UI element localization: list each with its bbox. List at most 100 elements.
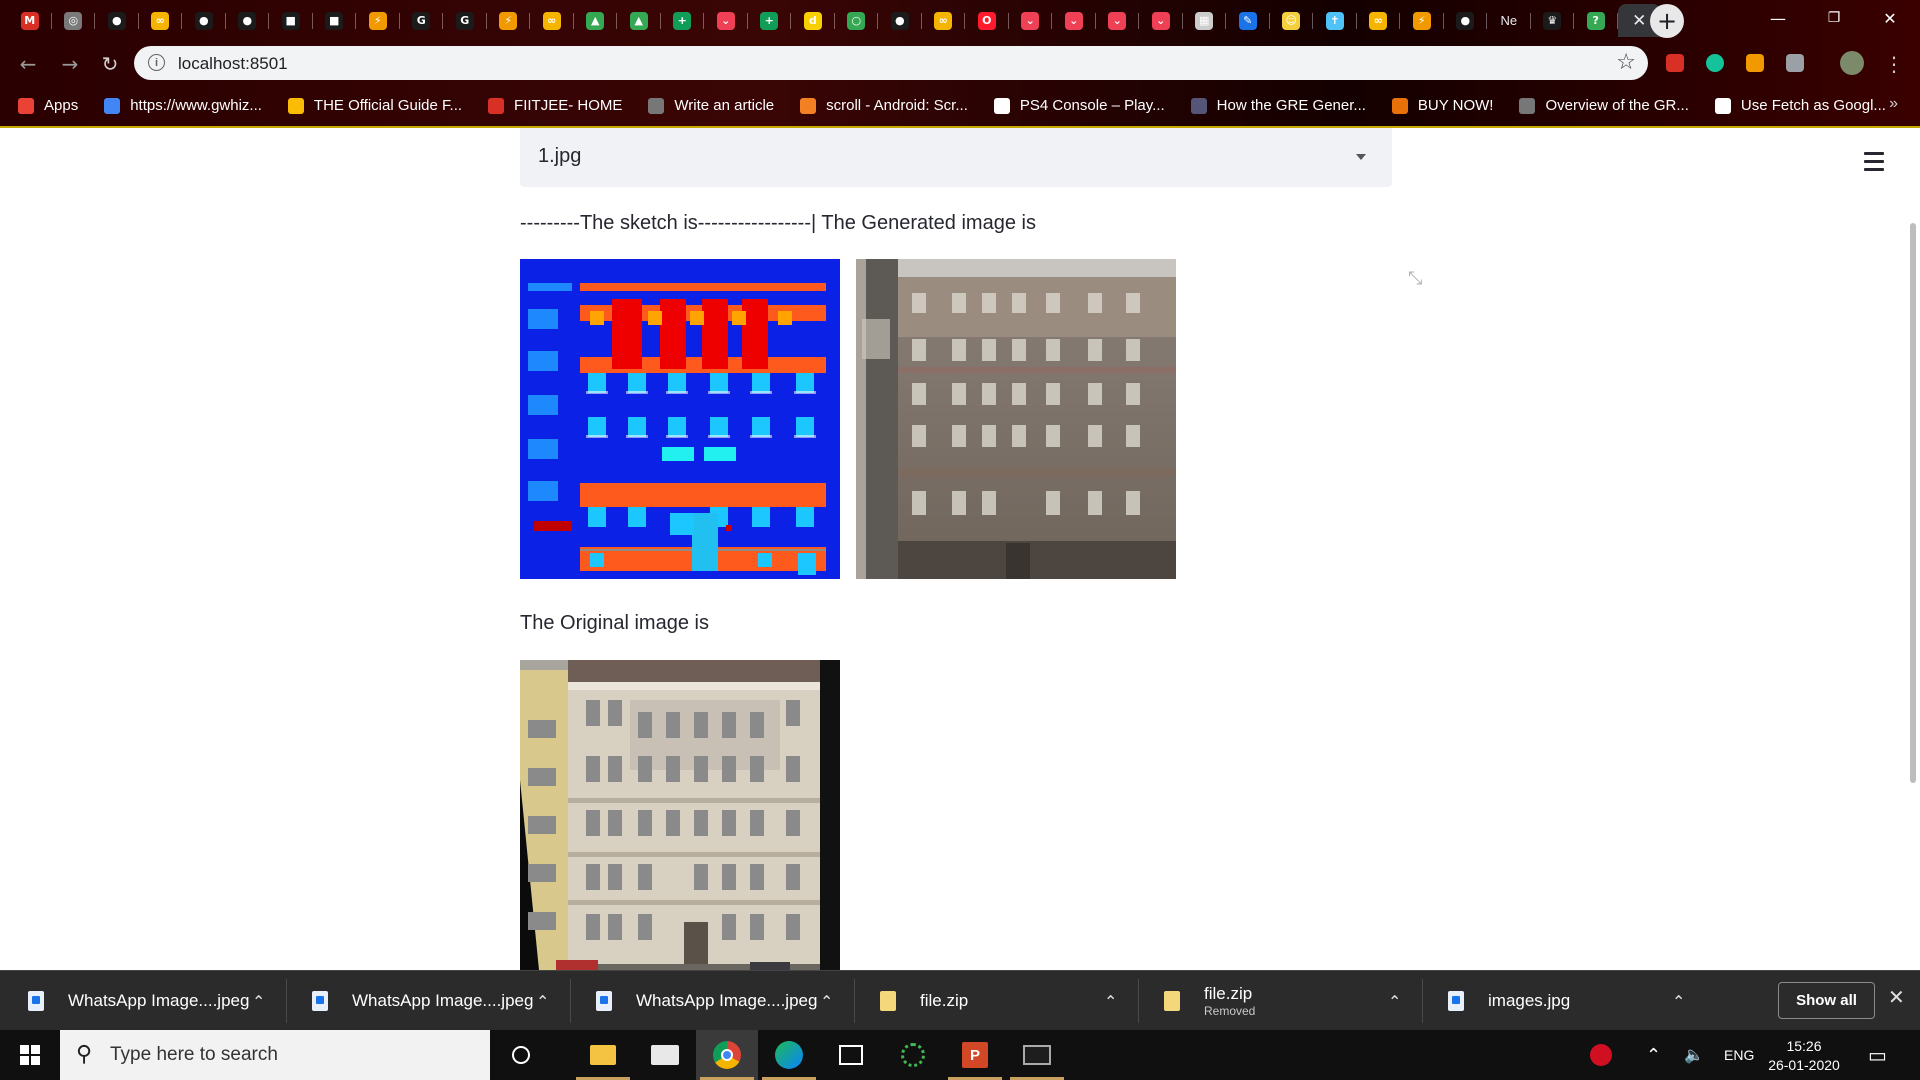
new-tab-button[interactable]: + <box>1650 4 1684 38</box>
grammarly-icon[interactable] <box>1706 54 1724 72</box>
reader-app-icon[interactable] <box>820 1030 882 1080</box>
browser-tab[interactable]: ✝ <box>1313 4 1357 37</box>
browser-tab[interactable]: Ne <box>1487 4 1531 37</box>
bookmark-item[interactable]: Apps <box>18 97 78 114</box>
browser-tab[interactable]: ⚡ <box>1400 4 1444 37</box>
bookmark-star-icon[interactable]: ☆ <box>1616 50 1636 75</box>
antivirus-tray-icon[interactable] <box>1590 1030 1612 1080</box>
browser-tab[interactable]: d <box>791 4 835 37</box>
bookmark-item[interactable]: Use Fetch as Googl... <box>1714 97 1886 114</box>
chevron-up-icon[interactable]: ⌃ <box>820 992 833 1011</box>
address-bar[interactable]: i localhost:8501 ☆ <box>134 46 1648 80</box>
file-explorer-icon[interactable] <box>572 1030 634 1080</box>
browser-tab[interactable]: ■ <box>313 4 357 37</box>
mail-icon[interactable] <box>634 1030 696 1080</box>
browser-tab[interactable]: ∞ <box>139 4 183 37</box>
browser-tab[interactable]: ∞ <box>530 4 574 37</box>
edge-dev-icon[interactable] <box>758 1030 820 1080</box>
extension-red-icon[interactable] <box>1666 54 1684 72</box>
image-select-dropdown[interactable]: 1.jpg <box>520 128 1392 187</box>
browser-tab[interactable]: ● <box>226 4 270 37</box>
browser-tab[interactable]: ▦ <box>1183 4 1227 37</box>
browser-tab[interactable]: M <box>8 4 52 37</box>
chevron-up-icon[interactable]: ⌃ <box>252 992 265 1011</box>
browser-tab[interactable]: ▲ <box>574 4 618 37</box>
sync-app-icon[interactable] <box>882 1030 944 1080</box>
browser-tab[interactable]: + <box>661 4 705 37</box>
site-info-icon[interactable]: i <box>148 54 165 71</box>
browser-tab[interactable]: + <box>748 4 792 37</box>
bookmark-item[interactable]: FIITJEE- HOME <box>488 97 622 114</box>
start-button[interactable] <box>0 1030 60 1080</box>
browser-tab[interactable]: ✎ <box>1226 4 1270 37</box>
restore-button[interactable]: ❐ <box>1806 0 1862 36</box>
browser-tab[interactable]: ⌄ <box>704 4 748 37</box>
chevron-up-icon[interactable]: ⌃ <box>1104 992 1117 1011</box>
chevron-up-icon[interactable]: ⌃ <box>1388 992 1401 1011</box>
download-item[interactable]: WhatsApp Image....jpeg ⌃ <box>312 971 549 1031</box>
download-item[interactable]: WhatsApp Image....jpeg ⌃ <box>596 971 833 1031</box>
browser-tab[interactable]: ● <box>878 4 922 37</box>
language-indicator[interactable]: ENG <box>1724 1030 1754 1080</box>
notification-center-icon[interactable]: ▭ <box>1868 1030 1887 1080</box>
powerpoint-icon[interactable]: P <box>944 1030 1006 1080</box>
menu-kebab-icon[interactable]: ⋮ <box>1880 50 1908 78</box>
browser-tab[interactable]: ○ <box>835 4 879 37</box>
browser-tab[interactable]: ⚡ <box>356 4 400 37</box>
system-clock[interactable]: 15:26 26-01-2020 <box>1764 1037 1844 1075</box>
close-downloads-icon[interactable]: ✕ <box>1888 985 1905 1009</box>
bookmark-item[interactable]: Write an article <box>648 97 774 114</box>
download-item[interactable]: images.jpg ⌃ <box>1448 971 1685 1031</box>
download-item[interactable]: file.zip ⌃ <box>880 971 1117 1031</box>
bookmark-item[interactable]: How the GRE Gener... <box>1190 97 1366 114</box>
fullscreen-expand-icon[interactable]: ⤡ <box>1408 268 1428 289</box>
browser-tab[interactable]: G <box>443 4 487 37</box>
show-all-button[interactable]: Show all <box>1778 982 1875 1019</box>
browser-tab[interactable]: ⌄ <box>1052 4 1096 37</box>
chrome-icon[interactable] <box>696 1030 758 1080</box>
speaker-icon[interactable]: 🔈 <box>1684 1030 1704 1080</box>
forward-button[interactable]: → <box>56 50 84 78</box>
browser-tab[interactable]: ☺ <box>1270 4 1314 37</box>
browser-tab[interactable]: ⌄ <box>1009 4 1053 37</box>
browser-tab[interactable]: ● <box>182 4 226 37</box>
bookmark-item[interactable]: THE Official Guide F... <box>287 97 462 114</box>
extension-gray-icon[interactable] <box>1786 54 1804 72</box>
reload-button[interactable]: ↻ <box>96 50 124 78</box>
extension-orange-icon[interactable] <box>1746 54 1764 72</box>
close-tab-icon[interactable]: ✕ <box>1632 11 1646 31</box>
cortana-icon[interactable] <box>490 1030 552 1080</box>
browser-tab[interactable]: ▲ <box>617 4 661 37</box>
terminal-icon[interactable] <box>1006 1030 1068 1080</box>
bookmark-item[interactable]: Overview of the GR... <box>1519 97 1689 114</box>
bookmark-item[interactable]: PS4 Console – Play... <box>993 97 1165 114</box>
browser-tab[interactable]: ◎ <box>52 4 96 37</box>
browser-tab[interactable]: ● <box>1444 4 1488 37</box>
hamburger-menu-icon[interactable] <box>1864 152 1884 176</box>
browser-tab[interactable]: ⌄ <box>1139 4 1183 37</box>
browser-tab[interactable]: ♛ <box>1531 4 1575 37</box>
bookmarks-overflow-icon[interactable]: » <box>1889 95 1898 113</box>
browser-tab[interactable]: ⚡ <box>487 4 531 37</box>
browser-tab[interactable]: ● <box>95 4 139 37</box>
browser-tab[interactable]: ■ <box>269 4 313 37</box>
browser-tab[interactable]: ? <box>1574 4 1618 37</box>
bookmark-item[interactable]: scroll - Android: Scr... <box>800 97 968 114</box>
download-item[interactable]: file.zip Removed ⌃ <box>1164 971 1401 1031</box>
taskbar-search-box[interactable]: ⚲ Type here to search <box>60 1030 490 1080</box>
minimize-button[interactable]: — <box>1750 0 1806 36</box>
close-window-button[interactable]: ✕ <box>1862 0 1918 36</box>
back-button[interactable]: ← <box>14 50 42 78</box>
profile-avatar[interactable] <box>1840 51 1864 75</box>
bookmark-item[interactable]: BUY NOW! <box>1391 97 1493 114</box>
page-scrollbar[interactable] <box>1910 223 1916 783</box>
browser-tab[interactable]: ∞ <box>1357 4 1401 37</box>
chevron-up-icon[interactable]: ⌃ <box>536 992 549 1011</box>
chevron-up-icon[interactable]: ⌃ <box>1672 992 1685 1011</box>
download-item[interactable]: WhatsApp Image....jpeg ⌃ <box>28 971 265 1031</box>
chevron-up-icon[interactable]: ⌃ <box>1646 1030 1661 1080</box>
browser-tab[interactable]: ∞ <box>922 4 966 37</box>
browser-tab[interactable]: ⌄ <box>1096 4 1140 37</box>
browser-tab[interactable]: G <box>400 4 444 37</box>
browser-tab[interactable]: O <box>965 4 1009 37</box>
